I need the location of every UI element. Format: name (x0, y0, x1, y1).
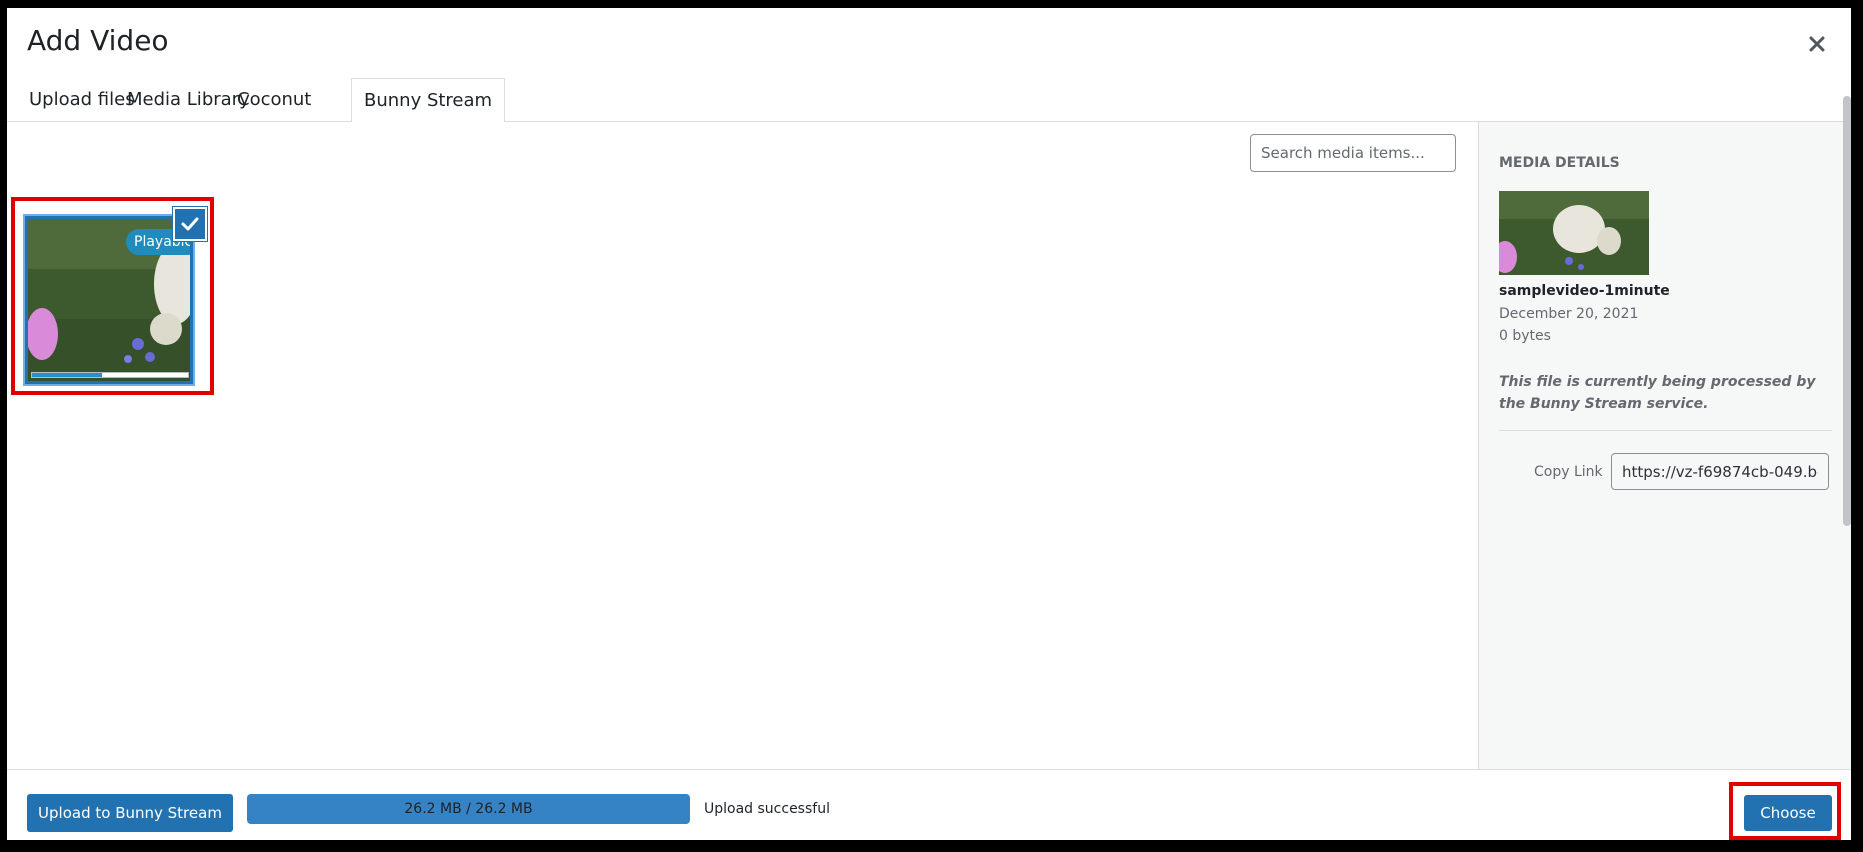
copy-link-label: Copy Link (1534, 464, 1603, 480)
file-date: December 20, 2021 (1499, 306, 1639, 322)
choose-button[interactable]: Choose (1744, 795, 1832, 831)
upload-progress-bar: 26.2 MB / 26.2 MB (247, 794, 690, 824)
media-item[interactable]: Playable (11, 197, 214, 395)
choose-highlight: Choose (1729, 782, 1841, 840)
details-thumbnail-image (1499, 191, 1649, 275)
search-input[interactable] (1250, 134, 1456, 172)
media-details-sidebar: Media Details samplevideo-1minute Decemb… (1478, 122, 1851, 769)
upload-to-bunny-stream-button[interactable]: Upload to Bunny Stream (27, 794, 233, 832)
modal-title: Add Video (27, 24, 169, 57)
close-button[interactable] (1799, 26, 1835, 62)
media-router-tabs: Upload files Media Library Coconut Bunny… (7, 68, 1851, 123)
add-video-modal: Add Video Upload files Media Library Coc… (7, 8, 1851, 840)
details-thumbnail (1499, 191, 1649, 275)
details-heading: Media Details (1499, 155, 1620, 171)
item-progress-fill (32, 373, 103, 377)
file-size: 0 bytes (1499, 328, 1551, 344)
media-toolbar: Upload to Bunny Stream 26.2 MB / 26.2 MB… (7, 769, 1851, 840)
media-content-area: Playable (7, 122, 1478, 769)
upload-status: Upload successful (704, 801, 830, 817)
scrollbar[interactable] (1843, 96, 1851, 526)
divider (1499, 430, 1832, 431)
checkmark-icon (181, 217, 199, 231)
video-thumbnail[interactable]: Playable (25, 216, 193, 384)
copy-link-field[interactable] (1611, 453, 1829, 490)
file-name: samplevideo-1minute (1499, 283, 1670, 299)
selected-check-button[interactable] (173, 207, 207, 241)
close-icon (1809, 36, 1825, 52)
tab-bunny-stream[interactable]: Bunny Stream (351, 78, 506, 123)
upload-progress-text: 26.2 MB / 26.2 MB (404, 801, 533, 817)
item-progress-bar (31, 372, 189, 378)
processing-note: This file is currently being processed b… (1499, 374, 1816, 413)
tab-coconut[interactable]: Coconut (225, 78, 323, 122)
